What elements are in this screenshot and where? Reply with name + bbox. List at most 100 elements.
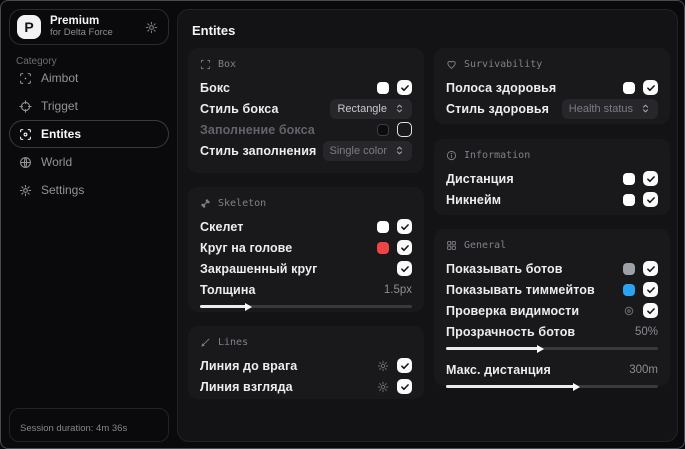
page-title: Entites [192,23,236,38]
panel-survivability: Survivability Полоса здоровья Стиль здор… [434,48,670,124]
crosshair-icon [19,100,32,113]
checkbox[interactable] [643,171,658,186]
gear-icon [19,184,32,197]
box-style-dropdown[interactable]: Rectangle [330,98,412,119]
setting-label: Линия взгляда [200,379,293,394]
box-icon [200,59,211,70]
checkbox[interactable] [643,192,658,207]
panel-lines: Lines Линия до врага Линия взгляда [188,326,424,399]
gear-icon[interactable] [377,360,389,372]
setting-row: Полоса здоровья [446,77,658,98]
sidebar-item-aimbot[interactable]: Aimbot [9,64,169,92]
check-icon [646,285,656,295]
slider-value: 1.5px [383,283,412,296]
slider-thumb[interactable] [537,344,545,353]
aimbot-icon [19,72,32,85]
chevron-up-down-icon [394,145,405,156]
setting-label: Бокс [200,80,231,95]
setting-label: Круг на голове [200,240,293,255]
row-controls [377,80,412,95]
setting-label: Стиль бокса [200,101,279,116]
color-swatch[interactable] [377,241,389,254]
checkbox[interactable] [643,282,658,297]
sidebar-item-settings[interactable]: Settings [9,176,169,204]
row-controls [377,122,412,137]
setting-row: Прозрачность ботов 50% [446,321,658,342]
check-icon [400,382,410,392]
check-icon [646,174,656,184]
checkbox[interactable] [397,358,412,373]
setting-label: Стиль здоровья [446,101,550,116]
info-icon [446,150,457,161]
row-controls [377,219,412,234]
checkbox[interactable] [397,219,412,234]
thickness-slider[interactable] [200,302,412,311]
color-swatch[interactable] [623,81,635,94]
color-swatch[interactable] [377,81,389,94]
sidebar-item-world[interactable]: World [9,148,169,176]
color-swatch[interactable] [377,220,389,233]
color-swatch[interactable] [623,262,635,275]
checkbox[interactable] [643,303,658,318]
color-swatch[interactable] [377,123,389,136]
checkbox[interactable] [397,379,412,394]
chevron-up-down-icon [640,103,651,114]
session-duration: Session duration: 4m 36s [20,422,128,434]
checkbox[interactable] [397,80,412,95]
sidebar-item-label: Trigget [41,99,78,113]
sidebar-item-entites[interactable]: Entites [9,120,169,148]
slider-value: 300m [629,363,658,376]
checkbox[interactable] [397,122,412,137]
setting-row: Никнейм [446,189,658,210]
fill-style-dropdown[interactable]: Single color [322,140,412,161]
setting-label: Стиль заполнения [200,143,317,158]
row-controls [623,282,658,297]
gear-icon[interactable] [145,21,158,34]
row-controls [397,261,412,276]
checkbox[interactable] [643,261,658,276]
check-icon [400,264,410,274]
bone-icon [200,198,211,209]
color-swatch[interactable] [623,172,635,185]
row-controls [377,358,412,373]
setting-label: Показывать ботов [446,261,563,276]
sidebar-item-trigget[interactable]: Trigget [9,92,169,120]
session-card: Session duration: 4m 36s [9,408,169,442]
target-icon[interactable] [623,305,635,317]
max-distance-slider[interactable] [446,382,658,391]
checkbox[interactable] [397,240,412,255]
health-style-dropdown[interactable]: Health status [561,98,658,119]
setting-row: Проверка видимости [446,300,658,321]
color-swatch[interactable] [623,193,635,206]
setting-row: Линия взгляда [200,376,412,397]
grid-icon [446,240,457,251]
gear-icon[interactable] [377,381,389,393]
bot-opacity-slider[interactable] [446,344,658,353]
heart-icon [446,59,457,70]
dropdown-value: Rectangle [337,102,387,115]
checkbox[interactable] [397,261,412,276]
panel-header-label: Skeleton [218,198,267,209]
sidebar-item-label: World [41,155,73,169]
setting-row: Стиль бокса Rectangle [200,98,412,119]
slider-thumb[interactable] [573,382,581,391]
row-controls [623,261,658,276]
brand-logo: P [17,15,41,39]
setting-row: Закрашенный круг [200,258,412,279]
chevron-up-down-icon [394,103,405,114]
panel-header: Box [200,57,412,72]
setting-row: Круг на голове [200,237,412,258]
check-icon [400,83,410,93]
panel-header: Skeleton [200,196,412,211]
setting-label: Дистанция [446,171,514,186]
setting-label: Толщина [200,282,256,297]
color-swatch[interactable] [623,283,635,296]
checkbox[interactable] [643,80,658,95]
setting-row: Показывать тиммейтов [446,279,658,300]
row-controls [623,192,658,207]
setting-row: Линия до врага [200,355,412,376]
line-icon [200,337,211,348]
brand-text: Premium for Delta Force [50,15,136,39]
slider-thumb[interactable] [244,302,252,311]
panel-header-label: General [464,240,507,251]
